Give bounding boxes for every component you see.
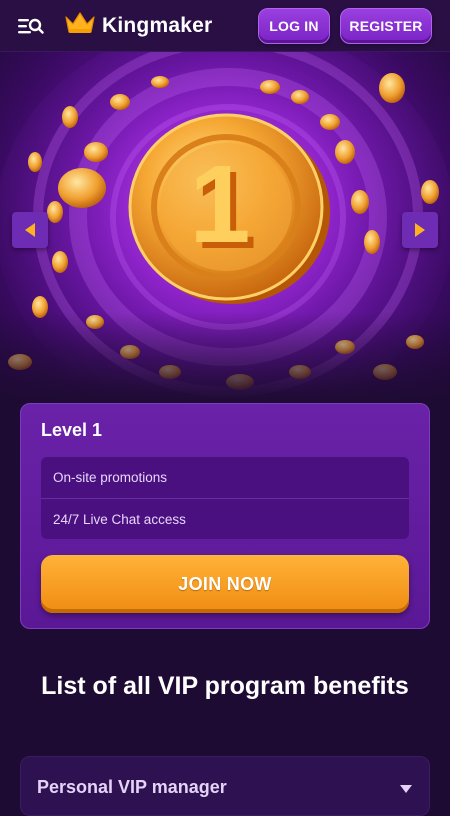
benefits-heading: List of all VIP program benefits: [41, 672, 409, 700]
benefit-label: Personal VIP manager: [37, 777, 227, 797]
benefit-accordion-item[interactable]: Personal VIP manager: [20, 756, 430, 816]
perk-list: On-site promotions 24/7 Live Chat access: [41, 457, 409, 539]
perk-item: On-site promotions: [53, 470, 168, 485]
top-bar: Kingmaker LOG IN REGISTER: [0, 0, 450, 52]
level-title: Level 1: [41, 420, 103, 440]
hero-fade: [0, 312, 450, 402]
hero-banner: 1 1: [0, 52, 450, 402]
menu-search-icon[interactable]: [18, 15, 44, 37]
chevron-right-icon: [415, 223, 425, 237]
brand-name: Kingmaker: [102, 13, 213, 37]
chevron-down-icon: [399, 781, 413, 799]
register-button[interactable]: REGISTER: [340, 7, 432, 44]
join-now-button[interactable]: JOIN NOW: [41, 555, 409, 613]
chevron-left-icon: [25, 223, 35, 237]
login-button[interactable]: LOG IN: [258, 7, 330, 44]
crown-icon: [64, 11, 96, 40]
perk-item: 24/7 Live Chat access: [41, 498, 409, 539]
level-card: Level 1 On-site promotions 24/7 Live Cha…: [20, 403, 430, 629]
carousel-next-button[interactable]: [402, 212, 438, 248]
carousel-prev-button[interactable]: [12, 212, 48, 248]
coin-number-face: 1: [189, 143, 250, 266]
logo[interactable]: Kingmaker: [64, 11, 212, 40]
